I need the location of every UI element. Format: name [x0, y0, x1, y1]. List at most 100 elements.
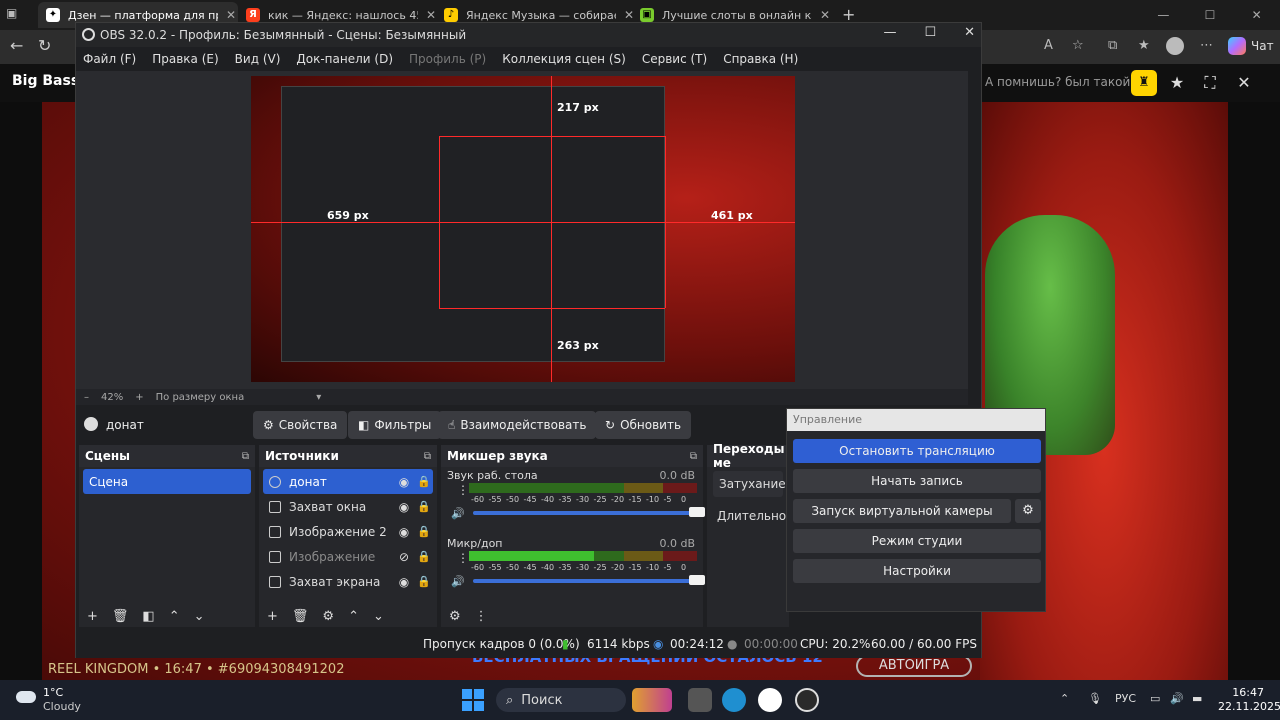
preview-canvas[interactable]: 217 px 659 px 461 px 263 px [251, 76, 795, 382]
read-aloud-icon[interactable]: A [1044, 38, 1053, 53]
tab-actions-icon[interactable]: ▣ [6, 6, 17, 20]
menu-dots-icon[interactable]: ⋮ [475, 609, 488, 624]
move-down-icon[interactable]: ⌄ [194, 609, 205, 624]
more-menu-icon[interactable]: ⋯ [1200, 38, 1213, 53]
obs-taskbar-icon[interactable] [795, 688, 819, 712]
eye-icon[interactable]: ◉ [393, 475, 415, 489]
speaker-icon[interactable]: 🔊 [451, 507, 465, 520]
taskbar-search[interactable]: ⌕ Поиск [496, 688, 626, 712]
zoom-in-button[interactable]: + [135, 392, 143, 403]
menu-file[interactable]: Файл (F) [83, 52, 136, 66]
undock-icon[interactable]: ⧉ [242, 451, 249, 462]
close-icon[interactable]: ✕ [1233, 0, 1280, 30]
lock-icon[interactable]: 🔒 [415, 550, 433, 563]
start-virtual-camera-button[interactable]: Запуск виртуальной камеры [793, 499, 1011, 523]
maximize-icon[interactable]: ☐ [924, 25, 936, 40]
lock-icon[interactable]: 🔒 [415, 500, 433, 513]
lock-icon[interactable]: 🔒 [415, 575, 433, 588]
volume-slider[interactable] [473, 507, 705, 517]
zoom-fit-select[interactable]: По размеру окна [156, 392, 245, 403]
source-item[interactable]: Захват экрана ◉ 🔒 [263, 569, 433, 594]
add-icon[interactable]: + [87, 609, 98, 624]
stop-stream-button[interactable]: Остановить трансляцию [793, 439, 1041, 463]
source-item[interactable]: Изображение 2 ◉ 🔒 [263, 519, 433, 544]
lock-icon[interactable]: 🔒 [415, 525, 433, 538]
back-icon[interactable]: ← [10, 36, 23, 55]
game-mode-icon[interactable]: ♜ [1131, 70, 1157, 96]
scene-item[interactable]: Сцена [83, 469, 251, 494]
eye-icon[interactable]: ◉ [393, 500, 415, 514]
favorites-icon[interactable]: ★ [1138, 38, 1150, 53]
extensions-icon[interactable]: ⧉ [1108, 38, 1117, 53]
menu-view[interactable]: Вид (V) [235, 52, 281, 66]
channel-menu-icon[interactable]: ⋮ [457, 483, 469, 497]
yandex-browser-icon[interactable] [758, 688, 782, 712]
maximize-icon[interactable]: ☐ [1187, 0, 1234, 30]
source-item[interactable]: Захват окна ◉ 🔒 [263, 494, 433, 519]
tray-chevron-icon[interactable]: ⌃ [1060, 692, 1069, 705]
close-game-icon[interactable]: ✕ [1231, 70, 1257, 96]
lock-icon[interactable]: 🔒 [415, 475, 433, 488]
move-up-icon[interactable]: ⌃ [169, 609, 180, 624]
eye-hidden-icon[interactable]: ⊘ [393, 550, 415, 564]
filter-icon[interactable]: ◧ [142, 609, 154, 624]
autoplay-button[interactable]: АВТОИГРА [856, 655, 972, 677]
refresh-button[interactable]: ↻ Обновить [595, 411, 692, 439]
advanced-audio-icon[interactable]: ⚙ [449, 609, 461, 624]
fullscreen-icon[interactable]: ⛶ [1197, 70, 1223, 96]
start-recording-button[interactable]: Начать запись [793, 469, 1041, 493]
close-tab-icon[interactable]: ✕ [224, 8, 238, 22]
chat-label[interactable]: Чат [1251, 39, 1274, 53]
close-tab-icon[interactable]: ✕ [818, 8, 832, 22]
move-up-icon[interactable]: ⌃ [348, 609, 359, 624]
zoom-out-button[interactable]: – [84, 392, 89, 403]
favorite-game-icon[interactable]: ★ [1164, 70, 1190, 96]
task-view-icon[interactable] [688, 688, 712, 712]
volume-slider[interactable] [473, 575, 705, 585]
copilot-icon[interactable] [1228, 37, 1246, 55]
eye-icon[interactable]: ◉ [393, 575, 415, 589]
trash-icon[interactable]: 🗑 [112, 609, 129, 624]
slider-handle[interactable] [689, 507, 705, 517]
network-icon[interactable]: ▭ [1150, 692, 1160, 705]
microphone-icon[interactable]: 🎙 [1088, 692, 1102, 705]
settings-button[interactable]: Настройки [793, 559, 1041, 583]
speaker-icon[interactable]: 🔊 [451, 575, 465, 588]
slider-handle[interactable] [689, 575, 705, 585]
undock-icon[interactable]: ⧉ [690, 451, 697, 462]
edge-icon[interactable] [722, 688, 746, 712]
source-item[interactable]: донат ◉ 🔒 [263, 469, 433, 494]
move-down-icon[interactable]: ⌄ [373, 609, 384, 624]
menu-edit[interactable]: Правка (E) [152, 52, 218, 66]
language-indicator[interactable]: РУС [1115, 692, 1136, 705]
interact-button[interactable]: ☝ Взаимодействовать [438, 411, 597, 439]
weather-temperature[interactable]: 1°C [43, 686, 63, 699]
chevron-down-icon[interactable]: ▾ [316, 392, 321, 403]
undock-icon[interactable]: ⧉ [424, 451, 431, 462]
gear-icon[interactable]: ⚙ [322, 609, 334, 624]
reload-icon[interactable]: ↻ [38, 36, 51, 55]
close-icon[interactable]: ✕ [964, 25, 975, 40]
menu-tools[interactable]: Сервис (T) [642, 52, 707, 66]
favorite-star-icon[interactable]: ☆ [1072, 38, 1084, 53]
search-highlight-icon[interactable] [632, 688, 672, 712]
channel-menu-icon[interactable]: ⋮ [457, 551, 469, 565]
clock[interactable]: 16:47 22.11.2025 [1218, 686, 1280, 714]
properties-button[interactable]: ⚙ Свойства [253, 411, 348, 439]
trash-icon[interactable]: 🗑 [292, 609, 309, 624]
menu-scene-collection[interactable]: Коллекция сцен (S) [502, 52, 626, 66]
weather-description[interactable]: Cloudy [43, 700, 81, 713]
menu-profile[interactable]: Профиль (P) [409, 52, 486, 66]
minimize-icon[interactable]: — [883, 25, 896, 40]
menu-help[interactable]: Справка (H) [723, 52, 798, 66]
add-icon[interactable]: + [267, 609, 278, 624]
start-button[interactable] [462, 689, 484, 711]
profile-avatar[interactable] [1166, 37, 1184, 55]
source-item[interactable]: Изображение ⊘ 🔒 [263, 544, 433, 569]
menu-docks[interactable]: Док-панели (D) [296, 52, 393, 66]
virtual-camera-settings-icon[interactable]: ⚙ [1015, 499, 1041, 523]
battery-icon[interactable]: ▬ [1192, 692, 1202, 705]
minimize-icon[interactable]: — [1140, 0, 1187, 30]
eye-icon[interactable]: ◉ [393, 525, 415, 539]
volume-icon[interactable]: 🔊 [1170, 692, 1184, 705]
